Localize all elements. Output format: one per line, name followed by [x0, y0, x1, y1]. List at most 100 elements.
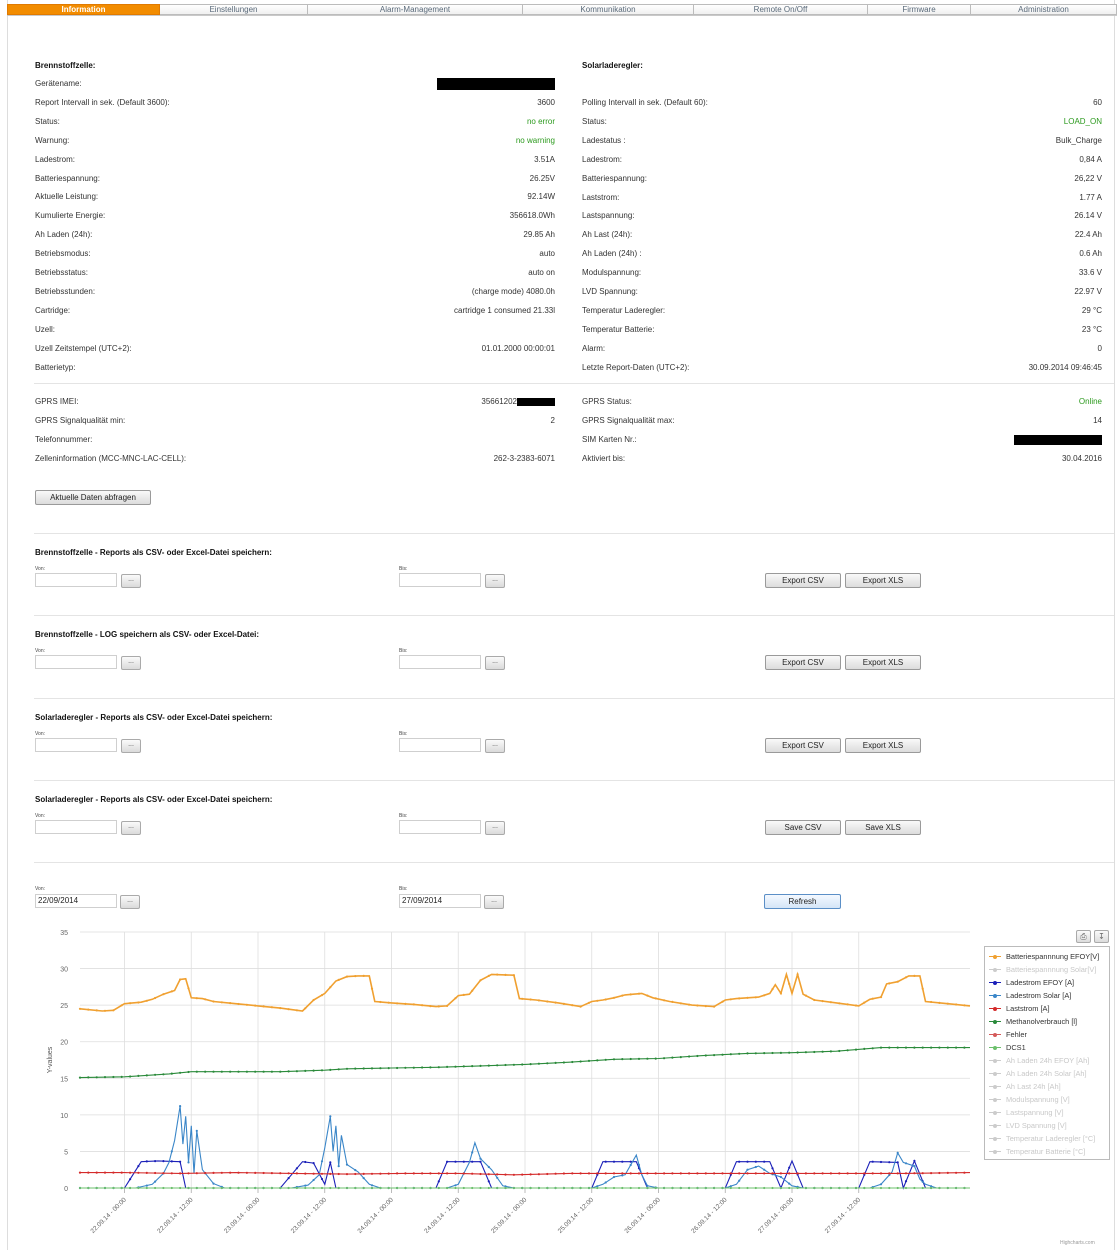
legend-item-methanolverbrauch-l[interactable]: Methanolverbrauch [l]	[989, 1015, 1109, 1028]
tab-kommunikation[interactable]: Kommunikation	[523, 4, 694, 15]
data-point	[337, 1165, 340, 1168]
export-from-input[interactable]	[35, 573, 117, 587]
export-to-input[interactable]	[399, 573, 481, 587]
data-point	[779, 1175, 783, 1179]
legend-item-lastspannung-v[interactable]: Lastspannung [V]	[989, 1106, 1109, 1119]
data-point	[237, 1070, 240, 1073]
export-from-input[interactable]	[35, 655, 117, 670]
legend-item-batteriespannnung-efoy-v[interactable]: Batteriespannnung EFOY[V]	[989, 950, 1109, 963]
data-point	[713, 1054, 716, 1057]
export-from-picker-button[interactable]: ...	[121, 656, 141, 671]
data-point	[429, 1005, 432, 1008]
data-point	[729, 1053, 732, 1056]
export-from-input[interactable]	[35, 737, 117, 752]
export-from-picker-button[interactable]: ...	[121, 574, 141, 588]
export-to-input[interactable]	[399, 655, 481, 670]
data-point	[763, 1168, 766, 1171]
legend-item-dcs1[interactable]: DCS1	[989, 1041, 1109, 1054]
legend-item-modulspannung-v[interactable]: Modulspannung [V]	[989, 1093, 1109, 1106]
export-csv-button[interactable]: Export CSV	[765, 737, 841, 753]
data-point	[696, 1172, 699, 1175]
data-point	[679, 1186, 682, 1190]
data-point	[162, 1172, 165, 1175]
tab-alarm-management[interactable]: Alarm-Management	[308, 4, 523, 15]
export-xls-button[interactable]: Export XLS	[845, 655, 921, 671]
export-csv-button[interactable]: Export CSV	[765, 573, 841, 588]
data-point	[637, 992, 641, 995]
x-tick-label: 26.09.14 - 00:00	[623, 1196, 662, 1235]
export-from-picker-button[interactable]: ...	[121, 820, 141, 835]
data-point	[813, 1186, 816, 1190]
data-point	[946, 1186, 949, 1190]
range-to-input[interactable]: 27/09/2014	[399, 894, 481, 908]
info-value: 0	[1097, 343, 1102, 353]
data-point	[345, 1067, 349, 1070]
data-point	[195, 1070, 198, 1073]
legend-item-temperatur-batterie-c[interactable]: Temperatur Batterie [°C]	[989, 1145, 1109, 1158]
data-point	[471, 1065, 474, 1068]
info-row-aktiviert-bis: Aktiviert bis: 30.04.2016	[582, 453, 1102, 465]
export-to-picker-button[interactable]: ...	[485, 820, 505, 835]
export-to-picker-button[interactable]: ...	[485, 574, 505, 588]
data-point	[704, 1054, 707, 1057]
legend-item-ladestrom-solar-a[interactable]: Ladestrom Solar [A]	[989, 989, 1109, 1002]
export-to-input[interactable]	[399, 737, 481, 752]
legend-item-ladestrom-efoy-a[interactable]: Ladestrom EFOY [A]	[989, 976, 1109, 989]
fuelcell-title: Brennstoffzelle:	[35, 61, 96, 70]
legend-item-lvd-spannung-v[interactable]: LVD Spannung [V]	[989, 1119, 1109, 1132]
data-point	[137, 1165, 140, 1168]
export-to-input[interactable]	[399, 819, 481, 834]
data-point	[821, 1186, 824, 1190]
data-point	[821, 1000, 824, 1003]
data-point	[404, 1066, 407, 1069]
export-csv-button[interactable]: Export CSV	[765, 655, 841, 671]
refresh-chart-button[interactable]: Refresh	[764, 894, 841, 909]
legend-item-laststrom-a[interactable]: Laststrom [A]	[989, 1002, 1109, 1015]
export-xls-button[interactable]: Export XLS	[845, 573, 921, 588]
data-point	[354, 1067, 357, 1070]
data-point	[170, 1186, 173, 1190]
data-point	[412, 1172, 415, 1175]
data-point	[103, 1171, 107, 1174]
tab-einstellungen[interactable]: Einstellungen	[160, 4, 308, 15]
data-point	[713, 1186, 716, 1190]
data-point	[521, 1063, 524, 1066]
data-point	[671, 1172, 674, 1175]
data-point	[537, 1062, 541, 1065]
info-label: GPRS Signalqualität max:	[582, 415, 675, 425]
tab-administration[interactable]: Administration	[971, 4, 1117, 15]
export-section-title: Brennstoffzelle - LOG speichern als CSV-…	[35, 630, 260, 640]
tab-remote-on-off[interactable]: Remote On/Off	[694, 4, 868, 15]
data-point	[512, 1173, 516, 1176]
data-point	[596, 1186, 599, 1190]
legend-item-temperatur-laderegler-c[interactable]: Temperatur Laderegler [°C]	[989, 1132, 1109, 1145]
export-from-input[interactable]	[35, 819, 117, 834]
data-point	[454, 1186, 457, 1190]
query-current-data-button[interactable]: Aktuelle Daten abfragen	[35, 490, 151, 505]
data-point	[329, 1068, 332, 1071]
info-row-alarm: Alarm: 0	[582, 343, 1102, 355]
range-from-input[interactable]: 22/09/2014	[35, 894, 117, 908]
range-to-picker-button[interactable]: ...	[484, 895, 504, 909]
range-from-picker-button[interactable]: ...	[120, 895, 140, 909]
info-label: Alarm:	[582, 343, 606, 353]
export-to-picker-button[interactable]: ...	[485, 738, 505, 753]
info-label: Aktuelle Leistung:	[35, 192, 99, 202]
export-from-picker-button[interactable]: ...	[121, 738, 141, 753]
legend-item-fehler[interactable]: Fehler	[989, 1028, 1109, 1041]
export-to-picker-button[interactable]: ...	[485, 656, 505, 671]
legend-item-ah-laden-24h-efoy-ah[interactable]: Ah Laden 24h EFOY [Ah]	[989, 1054, 1109, 1067]
legend-item-ah-last-24h-ah[interactable]: Ah Last 24h [Ah]	[989, 1080, 1109, 1093]
tab-firmware[interactable]: Firmware	[868, 4, 971, 15]
tab-information[interactable]: Information	[7, 4, 160, 15]
export-xls-button[interactable]: Export XLS	[845, 737, 921, 753]
data-point	[78, 1171, 82, 1174]
export-xls-button[interactable]: Save XLS	[845, 819, 921, 835]
legend-item-ah-laden-24h-solar-ah[interactable]: Ah Laden 24h Solar [Ah]	[989, 1067, 1109, 1080]
legend-item-batteriespannnung-solar-v[interactable]: Batteriespannnung Solar[V]	[989, 963, 1109, 976]
export-csv-button[interactable]: Save CSV	[765, 819, 841, 835]
data-point	[245, 1186, 248, 1190]
legend-label: Ladestrom Solar [A]	[1006, 991, 1072, 1000]
data-point	[913, 1159, 916, 1162]
x-tick-label: 27.09.14 - 00:00	[757, 1196, 796, 1235]
